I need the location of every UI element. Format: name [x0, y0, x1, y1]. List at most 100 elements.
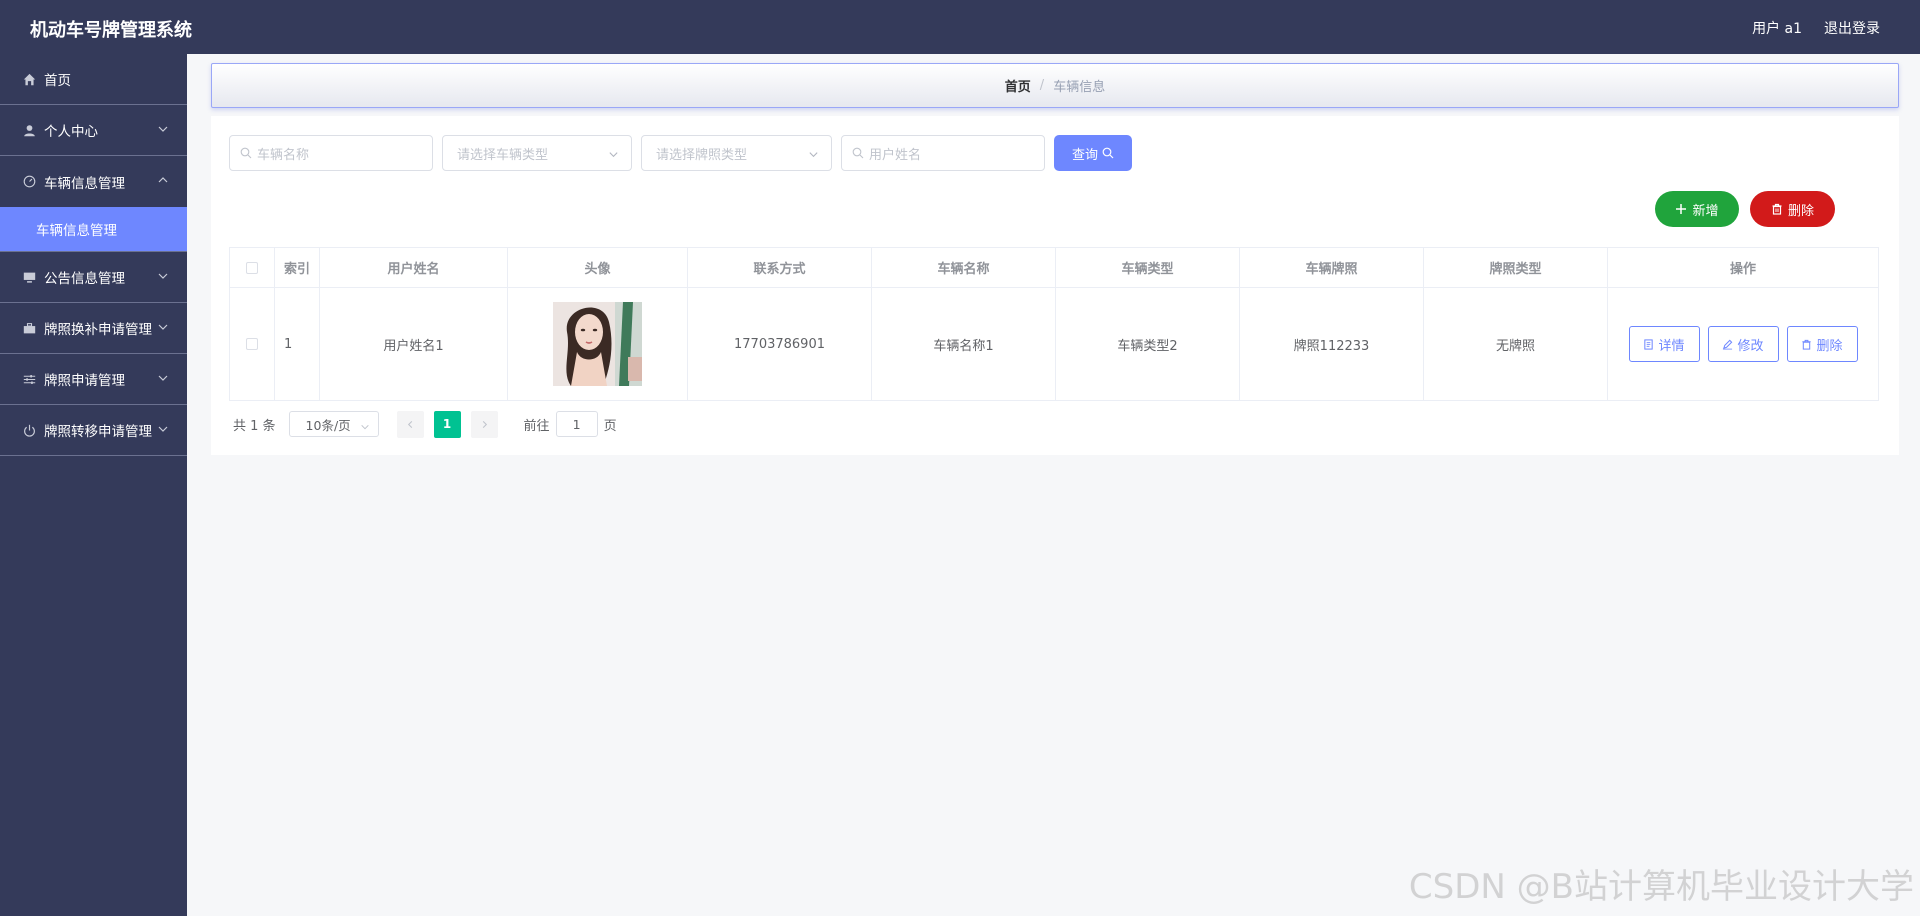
chevron-left-icon [407, 420, 412, 428]
goto-page-input[interactable]: 1 [555, 411, 598, 437]
app-title: 机动车号牌管理系统 [30, 20, 192, 41]
breadcrumb: 首页 / 车辆信息 [211, 63, 1899, 108]
power-icon [22, 423, 36, 437]
sidebar-item-home[interactable]: 首页 [0, 54, 187, 105]
search-icon [852, 147, 864, 159]
add-label: 新增 [1692, 203, 1719, 219]
chevron-down-icon [157, 321, 169, 333]
query-button[interactable]: 查询 [1054, 135, 1132, 171]
dashboard-icon [22, 175, 36, 189]
sidebar-item-label: 车辆信息管理 [44, 175, 125, 192]
sidebar-item-label: 牌照换补申请管理 [44, 322, 152, 338]
page-suffix: 页 [603, 418, 617, 434]
row-phone: 17703786901 [688, 288, 872, 400]
pagination: 共 1 条 10条/页 1 前往 1 页 [229, 410, 617, 438]
vehicle-name-input[interactable]: 车辆名称 [229, 135, 433, 171]
sidebar-item-plate-replacement[interactable]: 牌照换补申请管理 [0, 303, 187, 354]
sidebar-item-label: 首页 [44, 73, 71, 89]
select-all-checkbox[interactable] [246, 261, 258, 274]
next-page-button[interactable] [470, 410, 498, 438]
table-header: 索引 用户姓名 头像 联系方式 车辆名称 车辆类型 车辆牌照 牌照类型 操作 [230, 248, 1878, 288]
document-icon [1644, 338, 1654, 350]
sidebar-subitem-vehicle-management[interactable]: 车辆信息管理 [0, 207, 187, 252]
column-header: 牌照类型 [1424, 248, 1608, 287]
edit-label: 修改 [1737, 338, 1764, 354]
user-icon [22, 123, 36, 137]
total-count: 共 1 条 [233, 418, 276, 434]
edit-button[interactable]: 修改 [1707, 326, 1779, 362]
user-name-input[interactable]: 用户姓名 [841, 135, 1045, 171]
row-index: 1 [275, 288, 320, 400]
row-user-name: 用户姓名1 [320, 288, 508, 400]
monitor-icon [22, 270, 36, 284]
column-header: 车辆名称 [872, 248, 1056, 287]
chevron-down-icon [360, 420, 370, 430]
sidebar-item-label: 个人中心 [44, 124, 98, 140]
chevron-down-icon [157, 270, 169, 282]
row-actions: 详情 修改 删除 [1608, 288, 1878, 400]
column-header: 车辆牌照 [1240, 248, 1424, 287]
row-vehicle-name: 车辆名称1 [872, 288, 1056, 400]
plus-icon [1676, 204, 1687, 214]
sliders-icon [22, 372, 36, 386]
sidebar-item-label: 公告信息管理 [44, 271, 125, 287]
row-select-cell [230, 288, 275, 400]
page-size-value: 10条/页 [305, 417, 351, 433]
sidebar-item-label: 牌照转移申请管理 [44, 424, 152, 440]
sidebar-item-personal-center[interactable]: 个人中心 [0, 105, 187, 156]
chevron-right-icon [482, 420, 487, 428]
row-plate-type: 无牌照 [1424, 288, 1608, 400]
vehicle-type-placeholder: 请选择车辆类型 [457, 147, 549, 163]
prev-page-button[interactable] [396, 410, 424, 438]
sidebar-subitem-label: 车辆信息管理 [36, 223, 117, 239]
batch-delete-button[interactable]: 删除 [1750, 191, 1835, 227]
avatar[interactable] [553, 302, 642, 386]
trash-icon [1772, 203, 1782, 215]
user-label[interactable]: 用户 a1 [1752, 18, 1802, 38]
row-checkbox[interactable] [246, 338, 258, 350]
chevron-down-icon [808, 149, 819, 160]
sidebar-item-label: 牌照申请管理 [44, 373, 125, 389]
query-label: 查询 [1071, 147, 1098, 163]
vehicle-type-select[interactable]: 请选择车辆类型 [442, 135, 632, 171]
detail-label: 详情 [1658, 338, 1685, 354]
detail-button[interactable]: 详情 [1628, 326, 1700, 362]
row-delete-button[interactable]: 删除 [1786, 326, 1858, 362]
select-all-cell [230, 248, 275, 287]
plate-type-select[interactable]: 请选择牌照类型 [641, 135, 832, 171]
column-header: 车辆类型 [1056, 248, 1240, 287]
sidebar-item-plate-application[interactable]: 牌照申请管理 [0, 354, 187, 405]
column-header: 联系方式 [688, 248, 872, 287]
chevron-down-icon [157, 372, 169, 384]
sidebar-item-vehicle-management[interactable]: 车辆信息管理 [0, 156, 187, 207]
chevron-down-icon [157, 123, 169, 135]
vehicle-name-placeholder: 车辆名称 [257, 147, 310, 163]
top-bar: 机动车号牌管理系统 用户 a1 退出登录 [0, 0, 1920, 54]
sidebar-item-notice-management[interactable]: 公告信息管理 [0, 252, 187, 303]
breadcrumb-home[interactable]: 首页 [1005, 76, 1031, 95]
delete-label: 删除 [1787, 203, 1814, 219]
column-header: 头像 [508, 248, 688, 287]
search-icon [240, 147, 252, 159]
home-icon [22, 72, 36, 86]
row-avatar-cell [508, 288, 688, 400]
logout-button[interactable]: 退出登录 [1824, 18, 1880, 38]
add-button[interactable]: 新增 [1655, 191, 1739, 227]
goto-label: 前往 [523, 418, 550, 434]
watermark: CSDN @B站计算机毕业设计大学 [1408, 867, 1914, 907]
column-header: 用户姓名 [320, 248, 508, 287]
vehicle-table: 索引 用户姓名 头像 联系方式 车辆名称 车辆类型 车辆牌照 牌照类型 操作 1… [229, 247, 1879, 401]
breadcrumb-separator: / [1039, 78, 1045, 93]
page-number-current[interactable]: 1 [433, 410, 461, 438]
trash-icon [1802, 339, 1812, 350]
sidebar: 首页 个人中心 车辆信息管理 车辆信息管理 公告信息管理 牌照换补申请管理 牌照… [0, 54, 187, 916]
sidebar-item-plate-transfer[interactable]: 牌照转移申请管理 [0, 405, 187, 456]
column-header: 操作 [1729, 262, 1756, 277]
search-icon [1102, 147, 1114, 159]
edit-icon [1723, 339, 1733, 349]
page-size-select[interactable]: 10条/页 [288, 411, 379, 437]
row-vehicle-type: 车辆类型2 [1056, 288, 1240, 400]
table-row: 1 用户姓名1 17703786901 车辆名称1 车辆类型2 牌照112233… [230, 288, 1878, 400]
briefcase-icon [22, 321, 36, 335]
chevron-down-icon [157, 423, 169, 435]
